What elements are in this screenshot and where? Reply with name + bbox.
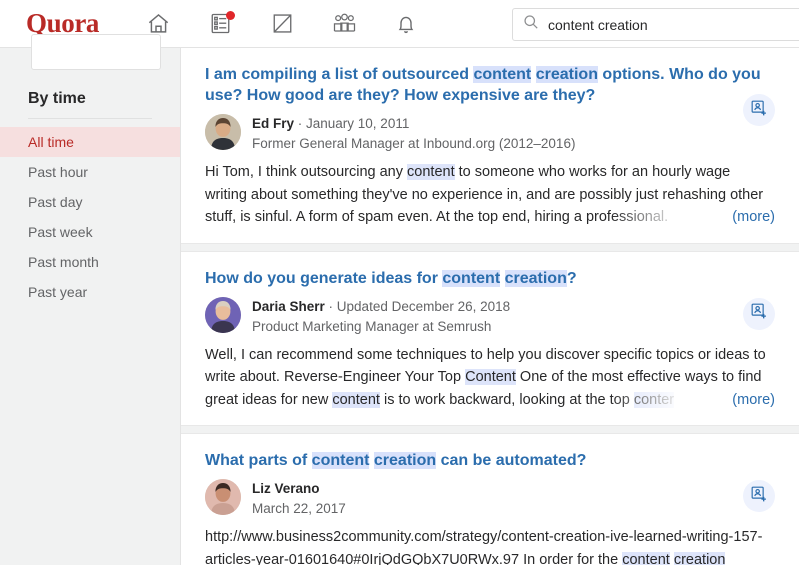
text-run: I am compiling a list of outsourced — [205, 66, 474, 83]
text-run: ? — [566, 269, 577, 287]
edit-icon — [271, 12, 294, 35]
search-result-card: I am compiling a list of outsourced cont… — [181, 48, 799, 244]
search-term-highlight: creation — [504, 269, 567, 287]
question-title-link[interactable]: How do you generate ideas for content cr… — [205, 268, 775, 289]
author-name-link[interactable]: Liz Verano — [252, 481, 320, 496]
author-meta-row: Daria Sherr · Updated December 26, 2018 P… — [205, 296, 775, 336]
question-title-link[interactable]: What parts of content creation can be au… — [205, 450, 775, 471]
page-body: By time All time Past hour Past day Past we… — [0, 34, 799, 565]
avatar-daria-sherr[interactable] — [205, 296, 241, 333]
filter-sidebar: By time All time Past hour Past day Past we… — [0, 34, 181, 565]
author-name-link[interactable]: Ed Fry — [252, 116, 294, 131]
text-run: can be automated? — [436, 452, 587, 469]
follow-author-button[interactable] — [743, 94, 775, 126]
author-line: Daria Sherr · Updated December 26, 2018 — [252, 298, 510, 316]
text-run: Hi Tom, I think outsourcing any — [205, 164, 408, 180]
sidebar-item-past-week[interactable]: Past week — [0, 217, 180, 247]
text-run — [500, 270, 504, 287]
sidebar-item-list: All time Past hour Past day Past week Past m… — [0, 127, 180, 307]
avatar-liz-verano[interactable] — [205, 479, 241, 515]
sidebar-item-label: Past year — [28, 284, 88, 300]
home-icon — [146, 11, 171, 36]
avatar-ed-fry[interactable] — [205, 114, 241, 150]
sidebar-item-label: Past week — [28, 224, 93, 240]
meta-separator: · — [294, 116, 307, 131]
sidebar-divider — [28, 118, 152, 119]
author-line: Liz Verano — [252, 480, 346, 498]
question-title-link[interactable]: I am compiling a list of outsourced cont… — [205, 64, 775, 106]
author-meta-text: Ed Fry · January 10, 2011 Former General … — [252, 114, 575, 153]
text-run: What parts of — [205, 452, 312, 469]
answer-snippet-container: Well, I can recommend some techniques to… — [205, 344, 775, 412]
more-link[interactable]: (more) — [728, 388, 775, 411]
search-term-highlight: content — [622, 551, 670, 565]
notifications-nav-button[interactable] — [375, 4, 437, 44]
author-meta-row: Ed Fry · January 10, 2011 Former General … — [205, 114, 775, 153]
meta-separator: · — [324, 298, 337, 314]
sidebar-item-label: Past day — [28, 194, 83, 210]
sidebar-item-past-year[interactable]: Past year — [0, 277, 180, 307]
sidebar-item-past-hour[interactable]: Past hour — [0, 157, 180, 187]
search-term-highlight: content — [473, 66, 532, 83]
answer-date: January 10, 2011 — [306, 116, 410, 131]
sidebar-item-label: Past month — [28, 254, 99, 270]
answer-date: Updated December 26, 2018 — [336, 298, 511, 314]
author-credential: Former General Manager at Inbound.org (2… — [252, 136, 576, 151]
bell-icon — [394, 12, 418, 36]
sidebar-section-title: By time — [28, 90, 86, 107]
spaces-nav-button[interactable] — [313, 4, 375, 44]
sidebar-item-all-time[interactable]: All time — [0, 127, 180, 157]
follow-author-button[interactable] — [743, 297, 775, 330]
sidebar-item-label: All time — [28, 134, 74, 150]
sidebar-item-label: Past hour — [28, 164, 88, 180]
search-term-highlight: creation — [673, 551, 726, 565]
write-nav-button[interactable] — [251, 4, 313, 44]
search-term-highlight: creation — [535, 66, 598, 83]
search-term-highlight: Content — [465, 369, 516, 385]
answer-snippet-text: Well, I can recommend some techniques to… — [205, 344, 775, 412]
search-term-highlight: content — [407, 164, 455, 180]
more-link[interactable]: (more) — [728, 206, 775, 229]
search-icon — [523, 14, 539, 35]
author-name-link[interactable]: Daria Sherr — [252, 299, 325, 314]
author-line: Ed Fry · January 10, 2011 — [252, 115, 575, 133]
sidebar-item-past-month[interactable]: Past month — [0, 247, 180, 277]
follow-author-button[interactable] — [743, 480, 775, 512]
author-meta-text: Liz Verano March 22, 2017 — [252, 479, 346, 518]
answer-snippet-container: http://www.business2community.com/strate… — [205, 526, 775, 565]
search-input[interactable]: content creation — [548, 18, 648, 32]
sidebar-search-field[interactable] — [31, 34, 161, 70]
search-term-highlight: content — [332, 391, 380, 408]
search-bar[interactable]: content creation — [512, 8, 799, 41]
follow-user-icon — [750, 485, 768, 508]
search-term-highlight: creation — [373, 452, 437, 469]
search-result-card: What parts of content creation can be au… — [181, 433, 799, 565]
text-run: How do you generate ideas for — [205, 269, 443, 287]
text-run: is to work backward, looking at the top — [379, 391, 634, 408]
follow-user-icon — [750, 99, 768, 122]
answer-snippet-text: http://www.business2community.com/strate… — [205, 526, 775, 565]
answer-snippet-container: Hi Tom, I think outsourcing any content … — [205, 161, 775, 229]
search-results-list: I am compiling a list of outsourced cont… — [181, 48, 799, 565]
search-term-highlight: content — [311, 452, 370, 469]
author-credential: Product Marketing Manager at Semrush — [252, 318, 492, 334]
notification-badge-dot — [226, 10, 236, 20]
search-input-container[interactable]: content creation — [512, 8, 799, 41]
search-result-card: How do you generate ideas for content cr… — [181, 250, 799, 426]
nav-icon-group — [127, 4, 437, 44]
quora-logo[interactable]: Quora — [26, 10, 99, 37]
answer-snippet-text: Hi Tom, I think outsourcing any content … — [205, 161, 775, 229]
author-meta-row: Liz Verano March 22, 2017 — [205, 479, 775, 518]
answers-nav-button[interactable] — [189, 4, 251, 44]
follow-user-icon — [750, 302, 768, 325]
author-meta-text: Daria Sherr · Updated December 26, 2018 P… — [252, 297, 510, 336]
search-term-highlight: conter — [633, 391, 675, 408]
sidebar-item-past-day[interactable]: Past day — [0, 187, 180, 217]
answer-date: March 22, 2017 — [252, 501, 346, 516]
search-term-highlight: content — [442, 269, 501, 287]
spaces-icon — [332, 11, 357, 36]
